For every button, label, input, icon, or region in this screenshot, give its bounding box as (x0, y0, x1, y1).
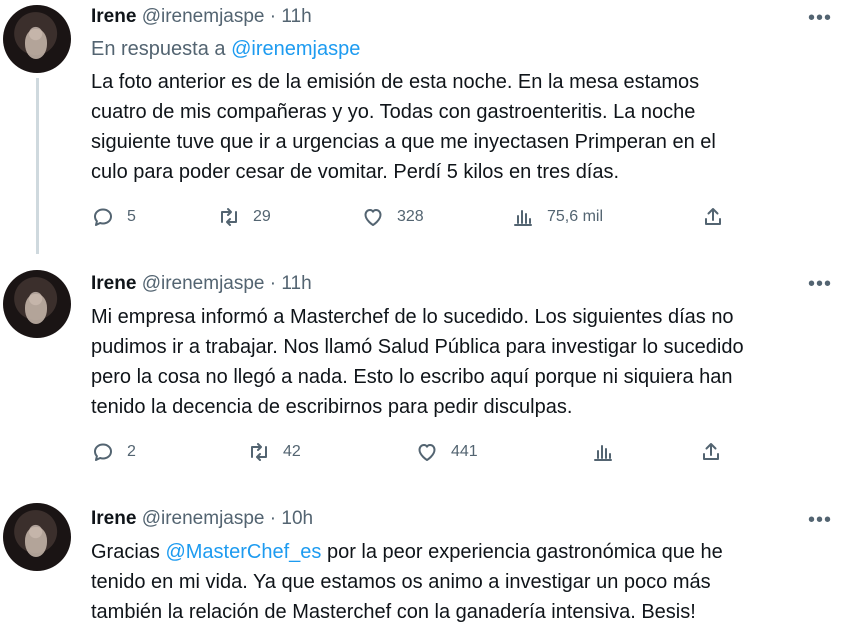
separator-dot: · (269, 6, 277, 27)
tweet-header: Irene @irenemjaspe · 11h (91, 5, 312, 29)
like-icon (364, 209, 382, 226)
tweet-text-line: culo para poder cesar de vomitar. Perdí … (91, 161, 620, 183)
views-count: 75,6 mil (547, 208, 604, 225)
retweet-button[interactable]: 42 (247, 440, 301, 464)
retweet-count: 29 (253, 208, 271, 225)
like-count: 328 (397, 208, 424, 225)
like-button[interactable]: 328 (361, 205, 424, 229)
more-icon[interactable]: ••• (808, 510, 832, 530)
timestamp[interactable]: 11h (281, 273, 311, 294)
reply-button[interactable]: 2 (91, 440, 136, 464)
action-bar: 2 42 441 (91, 440, 751, 470)
timestamp[interactable]: 11h (281, 6, 311, 27)
tweet-text: La foto anterior es de la emisión de est… (91, 67, 831, 187)
text-segment: por la peor experiencia gastronómica que… (321, 541, 723, 563)
text-segment: Gracias (91, 541, 166, 563)
reply-mention-link[interactable]: @irenemjaspe (231, 38, 360, 60)
views-button[interactable] (591, 440, 615, 464)
tweet-text-line: pudimos ir a trabajar. Nos llamó Salud P… (91, 336, 744, 358)
views-button[interactable]: 75,6 mil (511, 205, 603, 229)
reply-context: En respuesta a @irenemjaspe (91, 38, 360, 61)
tweet-header: Irene @irenemjaspe · 10h (91, 507, 313, 531)
tweet-text-line: Mi empresa informó a Masterchef de lo su… (91, 306, 734, 328)
like-icon (418, 444, 436, 461)
author-handle[interactable]: @irenemjaspe (142, 6, 265, 27)
retweet-icon (221, 208, 237, 226)
mention-link[interactable]: @MasterChef_es (165, 541, 321, 563)
separator-dot: · (269, 508, 277, 529)
retweet-icon (251, 443, 267, 461)
tweet-text-line: cuatro de mis compañeras y yo. Todas con… (91, 101, 696, 123)
tweet-text-line: La foto anterior es de la emisión de est… (91, 71, 700, 93)
tweet-text-line: pero la cosa no llegó a nada. Esto lo es… (91, 366, 733, 388)
share-button[interactable] (701, 205, 725, 229)
views-icon (514, 210, 532, 226)
author-name[interactable]: Irene (91, 6, 136, 27)
share-button[interactable] (699, 440, 723, 464)
share-icon (703, 443, 719, 460)
views-icon (594, 445, 612, 461)
tweet-text-line: siguiente tuve que ir a urgencias a que … (91, 131, 716, 153)
tweet-text-line: tenido la decencia de escribirnos para p… (91, 396, 573, 418)
reply-count: 5 (127, 208, 136, 225)
like-button[interactable]: 441 (415, 440, 478, 464)
more-icon[interactable]: ••• (808, 8, 832, 28)
tweet-header: Irene @irenemjaspe · 11h (91, 272, 312, 296)
like-count: 441 (451, 443, 478, 460)
tweet-text-line: tenido en mi vida. Ya que estamos os ani… (91, 571, 711, 593)
reply-label: En respuesta a (91, 38, 226, 60)
action-bar: 5 29 328 75,6 mil (91, 205, 751, 235)
tweet-text: Mi empresa informó a Masterchef de lo su… (91, 302, 831, 422)
reply-button[interactable]: 5 (91, 205, 136, 229)
timestamp[interactable]: 10h (281, 508, 313, 529)
author-name[interactable]: Irene (91, 273, 136, 294)
share-icon (705, 208, 721, 225)
reply-icon (94, 208, 112, 226)
author-name[interactable]: Irene (91, 508, 136, 529)
author-handle[interactable]: @irenemjaspe (142, 273, 265, 294)
avatar[interactable] (3, 503, 71, 571)
avatar[interactable] (3, 5, 71, 73)
tweet-text: Gracias @MasterChef_es por la peor exper… (91, 537, 831, 627)
tweet-text-line: también la relación de Masterchef con la… (91, 601, 696, 623)
tweet-text-line: Gracias @MasterChef_es por la peor exper… (91, 537, 831, 567)
reply-icon (94, 443, 112, 461)
avatar[interactable] (3, 270, 71, 338)
retweet-button[interactable]: 29 (217, 205, 271, 229)
retweet-count: 42 (283, 443, 301, 460)
more-icon[interactable]: ••• (808, 274, 832, 294)
reply-count: 2 (127, 443, 136, 460)
separator-dot: · (269, 273, 277, 294)
author-handle[interactable]: @irenemjaspe (142, 508, 265, 529)
thread-connector-line (36, 78, 39, 254)
